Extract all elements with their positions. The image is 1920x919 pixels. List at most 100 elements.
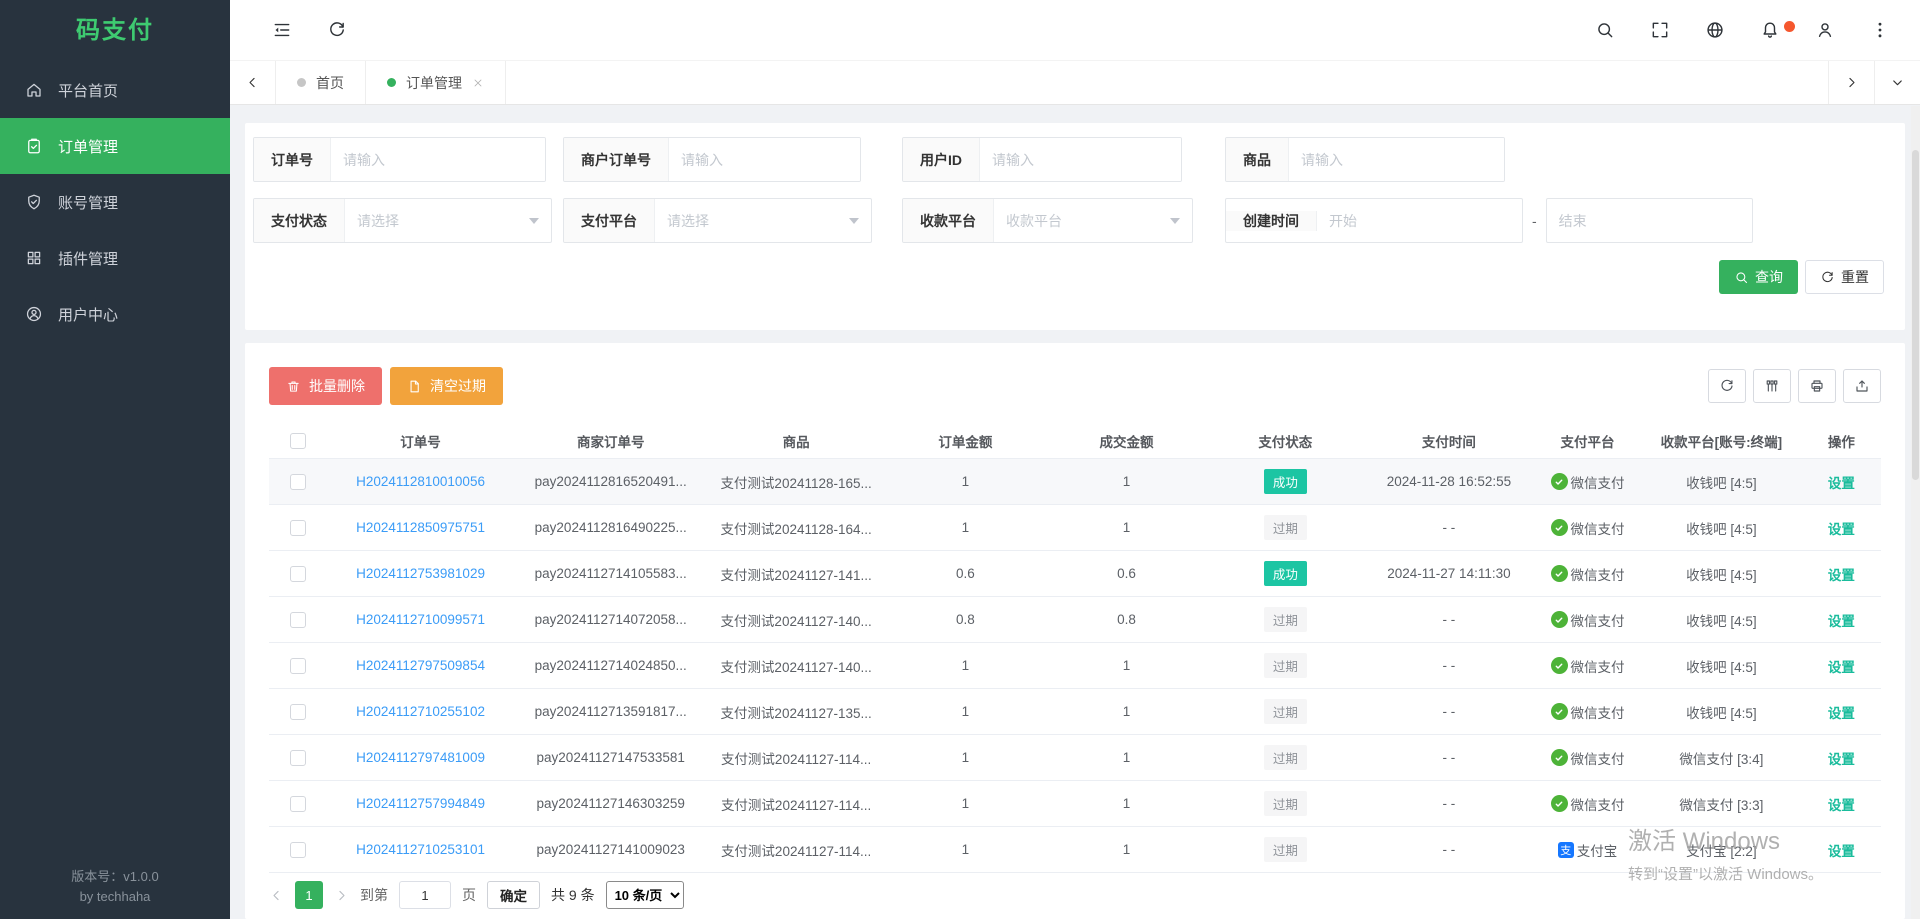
tabs-scroll-left-icon[interactable] [230,61,276,104]
prev-page-icon[interactable] [269,888,284,903]
sidebar-item-home[interactable]: 平台首页 [0,62,230,118]
row-checkbox[interactable] [290,566,306,582]
row-settings-link[interactable]: 设置 [1828,568,1855,583]
print-button[interactable] [1798,369,1836,403]
sidebar-item-user-center[interactable]: 用户中心 [0,286,230,342]
receiver-platform: 收钱吧 [4:5] [1641,564,1802,584]
filter-select[interactable]: 收款平台 [994,199,1192,242]
order-amount: 1 [885,474,1046,489]
order-number-link[interactable]: H2024112797481009 [356,750,485,765]
shield-icon [25,193,43,211]
row-settings-link[interactable]: 设置 [1828,614,1855,629]
merchant-order-no: pay20241127146303259 [514,796,707,811]
topbar-left [272,20,347,40]
menu-fold-icon[interactable] [272,20,292,40]
filter-select[interactable]: 请选择 [655,199,871,242]
order-number-link[interactable]: H2024112757994849 [356,796,485,811]
order-number-link[interactable]: H2024112710099571 [356,612,485,627]
order-number-link[interactable]: H2024112810010056 [356,474,485,489]
notifications-bell-icon[interactable] [1760,20,1780,40]
reset-button[interactable]: 重置 [1805,260,1884,294]
row-checkbox[interactable] [290,704,306,720]
sidebar-item-label: 用户中心 [58,304,118,325]
row-checkbox[interactable] [290,750,306,766]
export-button[interactable] [1843,369,1881,403]
filter-input[interactable] [980,138,1181,181]
filter-input[interactable] [669,138,860,181]
language-globe-icon[interactable] [1705,20,1725,40]
caret-down-icon [529,218,539,224]
row-settings-link[interactable]: 设置 [1828,844,1855,859]
filter-label: 支付平台 [564,199,655,242]
sidebar-item-plugins[interactable]: 插件管理 [0,230,230,286]
scrollbar-track[interactable] [1911,106,1920,919]
row-settings-link[interactable]: 设置 [1828,660,1855,675]
order-number-link[interactable]: H2024112753981029 [356,566,485,581]
page-number-current[interactable]: 1 [295,881,323,909]
order-number-link[interactable]: H2024112710253101 [356,842,485,857]
top-header [230,0,1920,60]
trash-icon [286,379,301,394]
date-end-input[interactable] [1547,213,1752,229]
wechat-pay-icon [1551,657,1568,674]
query-button[interactable]: 查询 [1719,260,1798,294]
column-filter-button[interactable] [1753,369,1791,403]
row-settings-link[interactable]: 设置 [1828,476,1855,491]
pay-platform: 微信支付 [1551,564,1625,584]
filter-input[interactable] [1289,138,1504,181]
tabs-menu-icon[interactable] [1874,61,1920,104]
date-start-input[interactable] [1317,213,1522,229]
goto-confirm-button[interactable]: 确定 [487,881,540,909]
receiver-platform: 微信支付 [3:4] [1641,748,1802,768]
page-size-select[interactable]: 10 条/页 [606,881,684,909]
tab-orders[interactable]: 订单管理 [366,61,506,104]
wechat-pay-icon [1551,473,1568,490]
tab-home[interactable]: 首页 [276,61,366,104]
row-checkbox[interactable] [290,612,306,628]
order-number-link[interactable]: H2024112710255102 [356,704,485,719]
pay-platform-name: 微信支付 [1571,656,1625,676]
row-settings-link[interactable]: 设置 [1828,706,1855,721]
user-avatar-icon[interactable] [1815,20,1835,40]
sidebar-item-accounts[interactable]: 账号管理 [0,174,230,230]
alipay-icon: 支 [1558,842,1574,858]
pay-platform: 微信支付 [1551,472,1625,492]
sidebar-item-orders[interactable]: 订单管理 [0,118,230,174]
scrollbar-thumb[interactable] [1912,150,1919,480]
next-page-icon[interactable] [334,888,349,903]
more-menu-icon[interactable] [1870,20,1890,40]
paid-amount: 1 [1046,520,1207,535]
fullscreen-icon[interactable] [1650,20,1670,40]
batch-delete-button[interactable]: 批量删除 [269,367,382,405]
filter-input[interactable] [331,138,545,181]
row-settings-link[interactable]: 设置 [1828,752,1855,767]
tabs-scroll-right-icon[interactable] [1828,61,1874,104]
status-badge: 过期 [1264,653,1307,678]
row-checkbox[interactable] [290,796,306,812]
row-checkbox[interactable] [290,520,306,536]
close-icon[interactable] [472,77,484,89]
order-number-link[interactable]: H2024112797509854 [356,658,485,673]
pay-time: 2024-11-28 16:52:55 [1364,474,1535,489]
clear-expired-button[interactable]: 清空过期 [390,367,503,405]
order-number-link[interactable]: H2024112850975751 [356,520,485,535]
refresh-icon[interactable] [327,20,347,40]
table-row: H2024112753981029pay2024112714105583...支… [269,551,1881,597]
row-checkbox[interactable] [290,658,306,674]
filter-group-1-4: 商品 [1225,137,1505,182]
goto-page-input[interactable] [399,881,451,909]
filter-group-2-3: 收款平台收款平台 [902,198,1193,243]
filter-label: 收款平台 [903,199,994,242]
filter-select[interactable]: 请选择 [345,199,551,242]
table-refresh-button[interactable] [1708,369,1746,403]
merchant-order-no: pay20241127147533581 [514,750,707,765]
paid-amount: 0.6 [1046,566,1207,581]
select-all-checkbox[interactable] [290,433,306,449]
filter-label: 支付状态 [254,199,345,242]
row-settings-link[interactable]: 设置 [1828,522,1855,537]
row-settings-link[interactable]: 设置 [1828,798,1855,813]
row-checkbox[interactable] [290,474,306,490]
status-badge: 成功 [1264,561,1307,586]
row-checkbox[interactable] [290,842,306,858]
search-icon[interactable] [1595,20,1615,40]
